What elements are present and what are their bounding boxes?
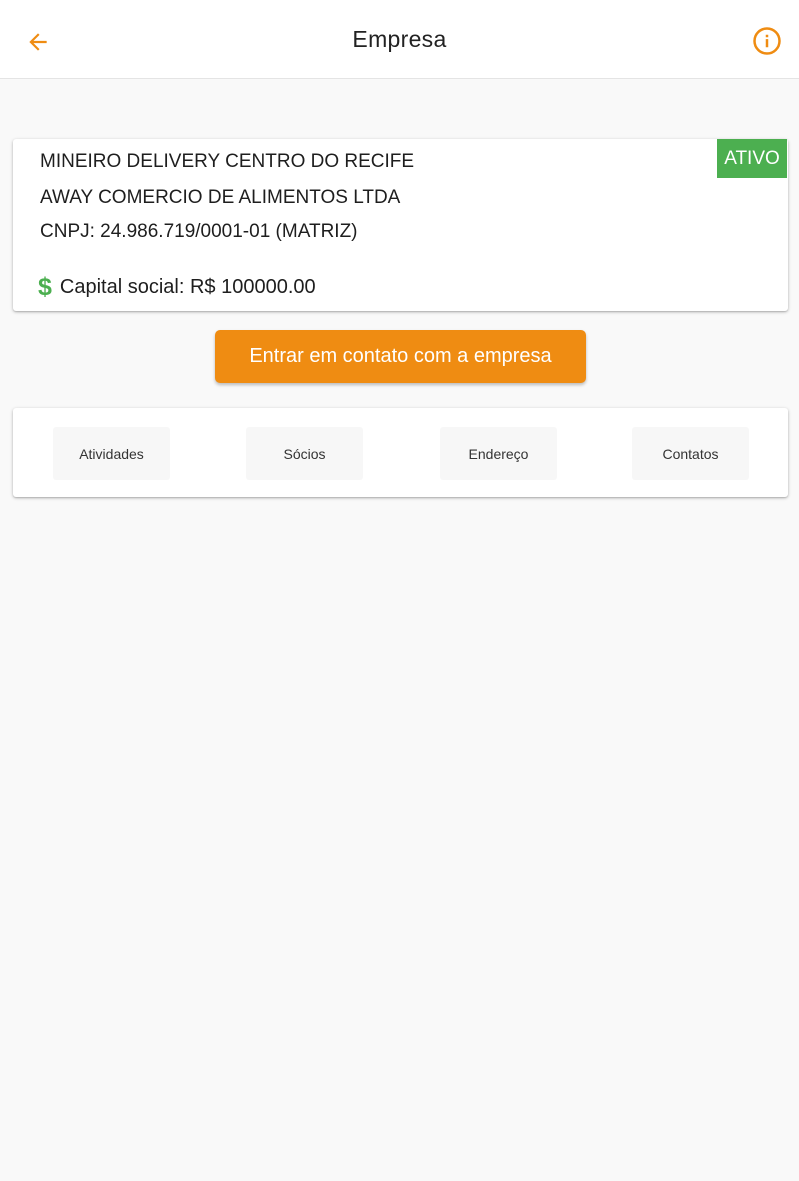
tab-socios[interactable]: Sócios: [246, 427, 363, 480]
status-badge: ATIVO: [717, 139, 787, 178]
company-legal-name: AWAY COMERCIO DE ALIMENTOS LTDA: [40, 187, 401, 208]
section-tabs: Atividades Sócios Endereço Contatos: [13, 408, 788, 497]
company-cnpj: CNPJ: 24.986.719/0001-01 (MATRIZ): [40, 221, 358, 242]
capital-row: $ Capital social: R$ 100000.00: [38, 275, 316, 300]
company-trade-name: MINEIRO DELIVERY CENTRO DO RECIFE: [40, 151, 415, 172]
app-bar: Empresa: [0, 0, 799, 79]
contact-company-button[interactable]: Entrar em contato com a empresa: [215, 330, 586, 383]
info-circle-icon: [753, 27, 781, 55]
dollar-icon: $: [38, 273, 52, 301]
tab-endereco[interactable]: Endereço: [440, 427, 557, 480]
tab-atividades[interactable]: Atividades: [53, 427, 170, 480]
info-button[interactable]: [749, 23, 785, 59]
page-title: Empresa: [352, 26, 447, 52]
tab-contatos[interactable]: Contatos: [632, 427, 749, 480]
company-card: MINEIRO DELIVERY CENTRO DO RECIFE AWAY C…: [13, 139, 788, 311]
capital-social-text: Capital social: R$ 100000.00: [59, 276, 316, 298]
